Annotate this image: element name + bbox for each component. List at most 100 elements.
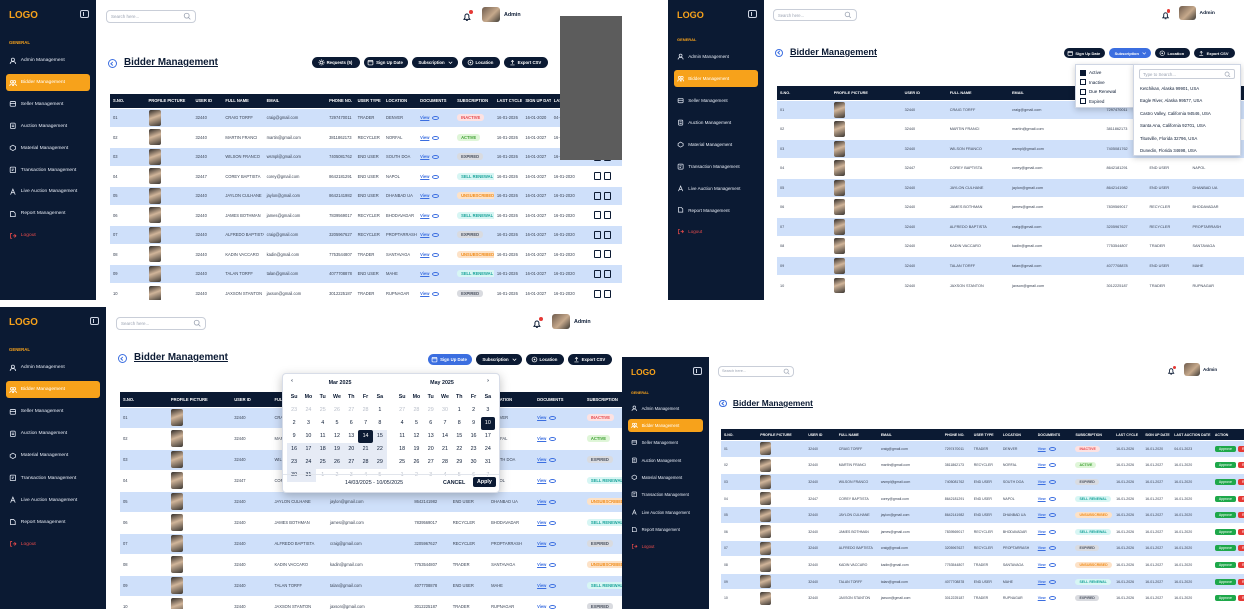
view-documents-link[interactable]: View <box>1038 497 1046 501</box>
day-cell[interactable]: 1 <box>316 469 330 482</box>
cancel-button[interactable]: CANCEL <box>443 480 465 486</box>
day-cell[interactable]: 11 <box>316 430 330 443</box>
cell-documents[interactable]: View <box>1034 522 1073 541</box>
day-cell[interactable]: 31 <box>481 456 495 469</box>
day-cell[interactable]: 3 <box>481 404 495 417</box>
column-header[interactable]: DOCUMENTS <box>1034 429 1073 441</box>
view-documents-link[interactable]: View <box>1038 563 1046 567</box>
back-button[interactable] <box>118 354 128 364</box>
view-documents-link[interactable]: View <box>537 562 546 567</box>
reject-button[interactable]: Reject <box>1237 561 1244 568</box>
sidebar-item-transaction-management[interactable]: Transaction Management <box>6 469 100 486</box>
cell-documents[interactable]: View <box>534 511 584 533</box>
sidebar-item-transaction-management[interactable]: Transaction Management <box>6 162 90 179</box>
day-cell[interactable]: 29 <box>372 456 387 469</box>
column-header[interactable]: LOCATION <box>999 429 1035 441</box>
day-cell[interactable]: 25 <box>395 456 409 469</box>
delete-icon[interactable] <box>593 211 601 220</box>
sidebar-item-report-management[interactable]: Report Management <box>628 523 703 537</box>
sidebar-item-live-auction-management[interactable]: Live Auction Management <box>6 492 100 509</box>
cell-documents[interactable]: View <box>534 490 584 512</box>
column-header[interactable]: PHONE NO. <box>326 94 355 108</box>
back-button[interactable] <box>719 399 727 408</box>
day-cell[interactable]: 30 <box>287 469 302 482</box>
day-cell[interactable]: 22 <box>452 443 466 456</box>
edit-icon[interactable] <box>603 289 611 298</box>
day-cell[interactable]: 27 <box>344 456 359 469</box>
day-cell[interactable]: 23 <box>287 456 302 469</box>
day-cell[interactable]: 1 <box>373 404 387 417</box>
cell-documents[interactable]: View <box>1034 589 1073 607</box>
view-documents-link[interactable]: View <box>1038 580 1046 584</box>
column-header[interactable]: FULL NAME <box>946 86 1010 100</box>
day-cell[interactable]: 7 <box>438 417 452 430</box>
day-cell[interactable]: 9 <box>466 417 480 430</box>
sidebar-item-bidder-management[interactable]: Bidder Management <box>628 418 703 433</box>
sidebar-item-live-auction-management[interactable]: Live Auction Management <box>674 180 758 197</box>
day-cell[interactable]: 17 <box>481 430 495 443</box>
view-documents-link[interactable]: View <box>537 478 546 483</box>
sidebar-collapse-icon[interactable] <box>80 10 89 18</box>
avatar[interactable] <box>482 7 500 22</box>
day-cell[interactable]: 12 <box>409 430 423 443</box>
column-header[interactable]: ACTION <box>1211 429 1244 441</box>
search-input[interactable]: Search here... <box>116 317 206 330</box>
delete-icon[interactable] <box>593 191 601 200</box>
column-header[interactable]: LOCATION <box>383 94 418 108</box>
checkbox[interactable] <box>1080 88 1086 95</box>
sidebar-item-bidder-management[interactable]: Bidder Management <box>674 70 758 88</box>
view-documents-link[interactable]: View <box>420 213 429 218</box>
sidebar-item-seller-management[interactable]: Seller Management <box>6 403 100 420</box>
day-cell[interactable]: 24 <box>301 456 316 469</box>
reject-button[interactable]: Reject <box>1237 512 1244 519</box>
cell-documents[interactable]: View <box>417 224 455 245</box>
edit-icon[interactable] <box>603 172 611 181</box>
day-cell[interactable]: 24 <box>481 443 495 456</box>
view-documents-link[interactable]: View <box>420 174 429 179</box>
checkbox[interactable] <box>1080 98 1086 105</box>
sidebar-item-auction-management[interactable]: Auction Management <box>6 425 100 442</box>
sidebar-item-admin-management[interactable]: Admin Management <box>674 48 758 65</box>
view-documents-link[interactable]: View <box>420 115 429 120</box>
view-documents-link[interactable]: View <box>1038 480 1046 484</box>
day-cell[interactable]: 10 <box>301 430 315 443</box>
approve-button[interactable]: Approve <box>1214 578 1236 585</box>
cell-documents[interactable]: View <box>1034 489 1073 507</box>
day-cell[interactable]: 13 <box>344 430 358 443</box>
delete-icon[interactable] <box>593 172 601 181</box>
delete-icon[interactable] <box>593 250 601 259</box>
subscription-option[interactable]: Inactive <box>1080 78 1132 88</box>
cell-documents[interactable]: View <box>1034 440 1073 458</box>
cell-documents[interactable]: View <box>417 107 455 128</box>
reject-button[interactable]: Reject <box>1237 462 1244 469</box>
day-cell[interactable]: 5 <box>409 417 423 430</box>
cell-documents[interactable]: View <box>417 244 455 264</box>
reject-button[interactable]: Reject <box>1237 545 1244 552</box>
day-cell[interactable]: 14 <box>358 430 373 443</box>
day-cell[interactable]: 16 <box>287 443 302 456</box>
sidebar-item-seller-management[interactable]: Seller Management <box>6 96 90 113</box>
subscription-button[interactable]: Subscription <box>476 354 522 365</box>
day-cell[interactable]: 30 <box>466 456 480 469</box>
cell-documents[interactable]: View <box>1034 456 1073 474</box>
search-input[interactable]: Search here... <box>106 10 196 23</box>
sidebar-item-seller-management[interactable]: Seller Management <box>628 436 703 450</box>
delete-icon[interactable] <box>593 230 601 239</box>
sidebar-item-material-management[interactable]: Material Management <box>628 471 703 485</box>
column-header[interactable]: S.NO. <box>720 429 758 441</box>
column-header[interactable]: FULL NAME <box>835 429 878 441</box>
search-input[interactable]: Search here... <box>773 9 857 22</box>
day-cell[interactable]: 17 <box>301 443 316 456</box>
signup-button[interactable]: Sign Up Date <box>1064 48 1105 59</box>
day-cell[interactable]: 13 <box>424 430 438 443</box>
day-cell[interactable]: 29 <box>452 456 466 469</box>
cell-documents[interactable]: View <box>1034 473 1073 491</box>
avatar[interactable] <box>1184 362 1200 376</box>
day-cell[interactable]: 23 <box>466 443 480 456</box>
day-cell[interactable]: 19 <box>409 443 423 456</box>
location-button[interactable]: Location <box>526 354 564 365</box>
edit-icon[interactable] <box>603 211 611 220</box>
view-documents-link[interactable]: View <box>1038 546 1046 550</box>
sidebar-item-auction-management[interactable]: Auction Management <box>628 453 703 467</box>
cell-documents[interactable]: View <box>417 127 455 147</box>
